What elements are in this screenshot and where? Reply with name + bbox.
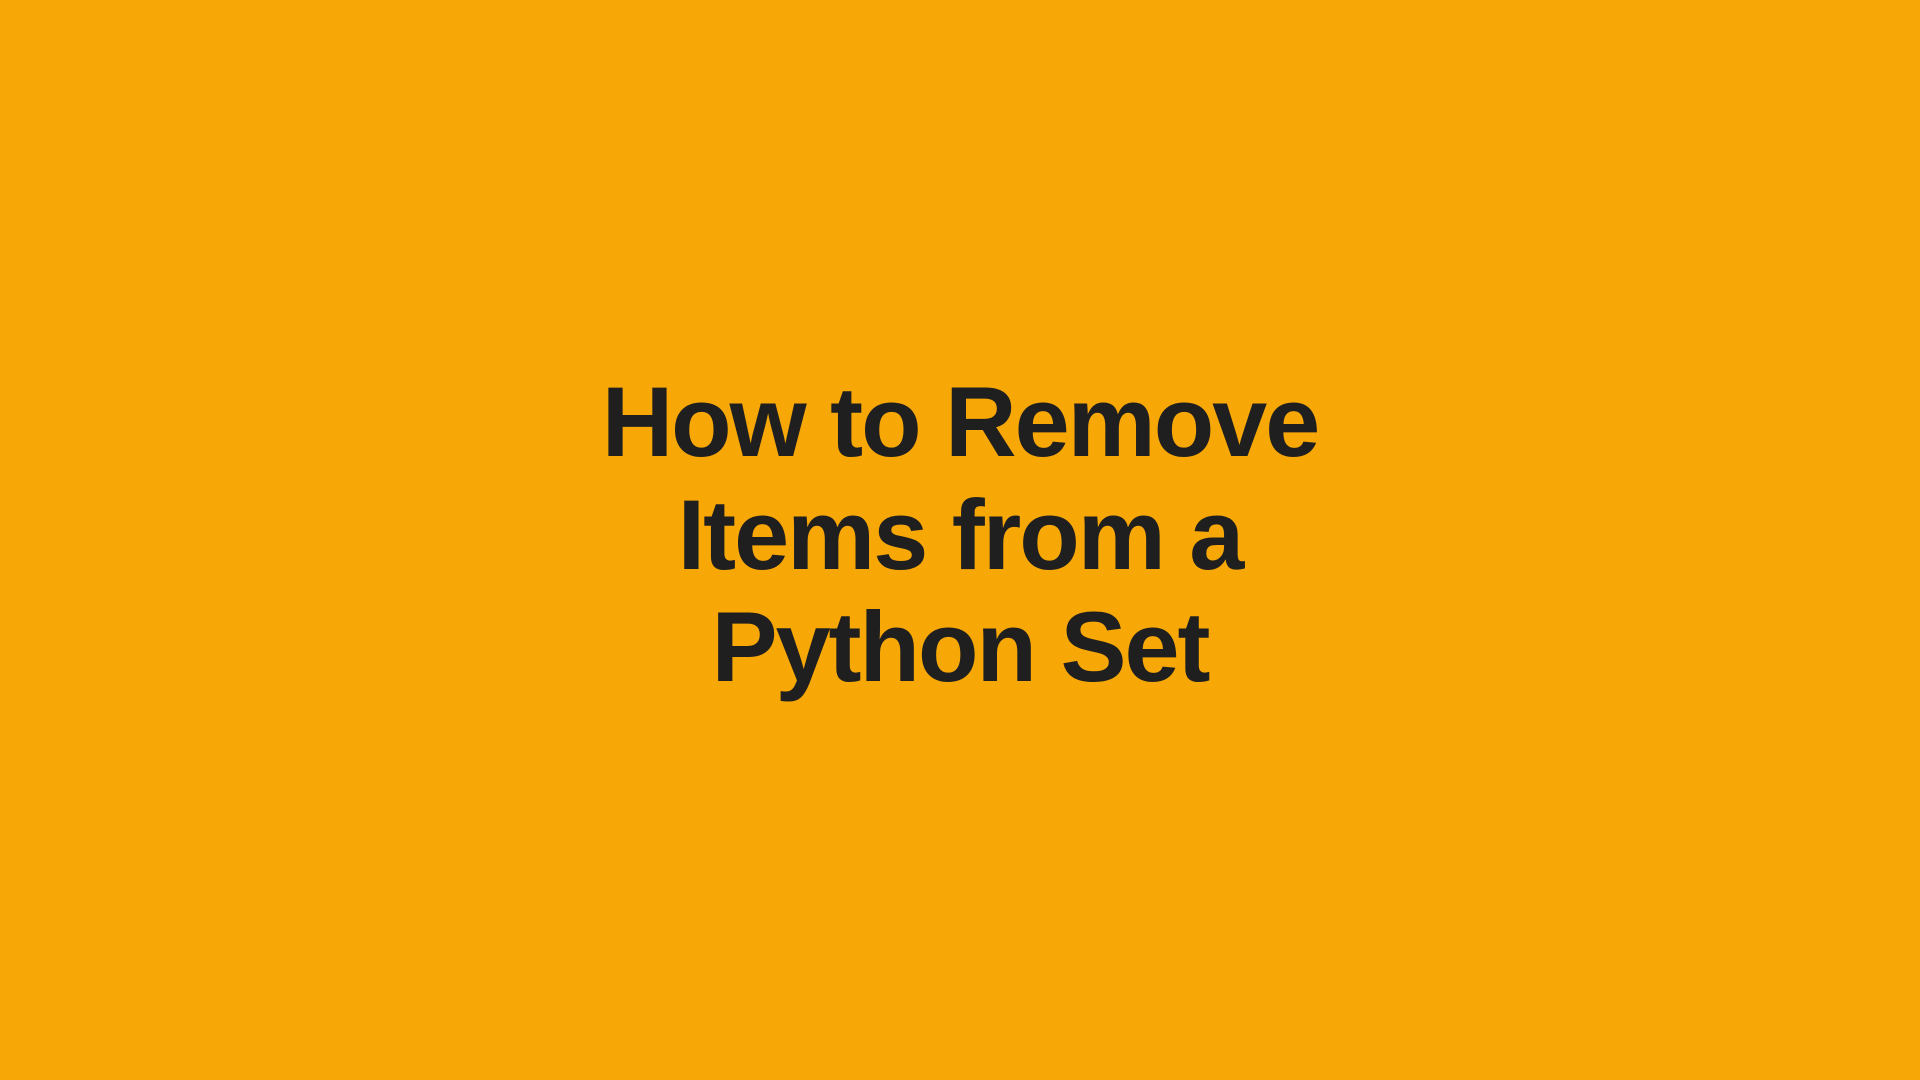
page-title: How to Remove Items from a Python Set: [602, 366, 1319, 705]
